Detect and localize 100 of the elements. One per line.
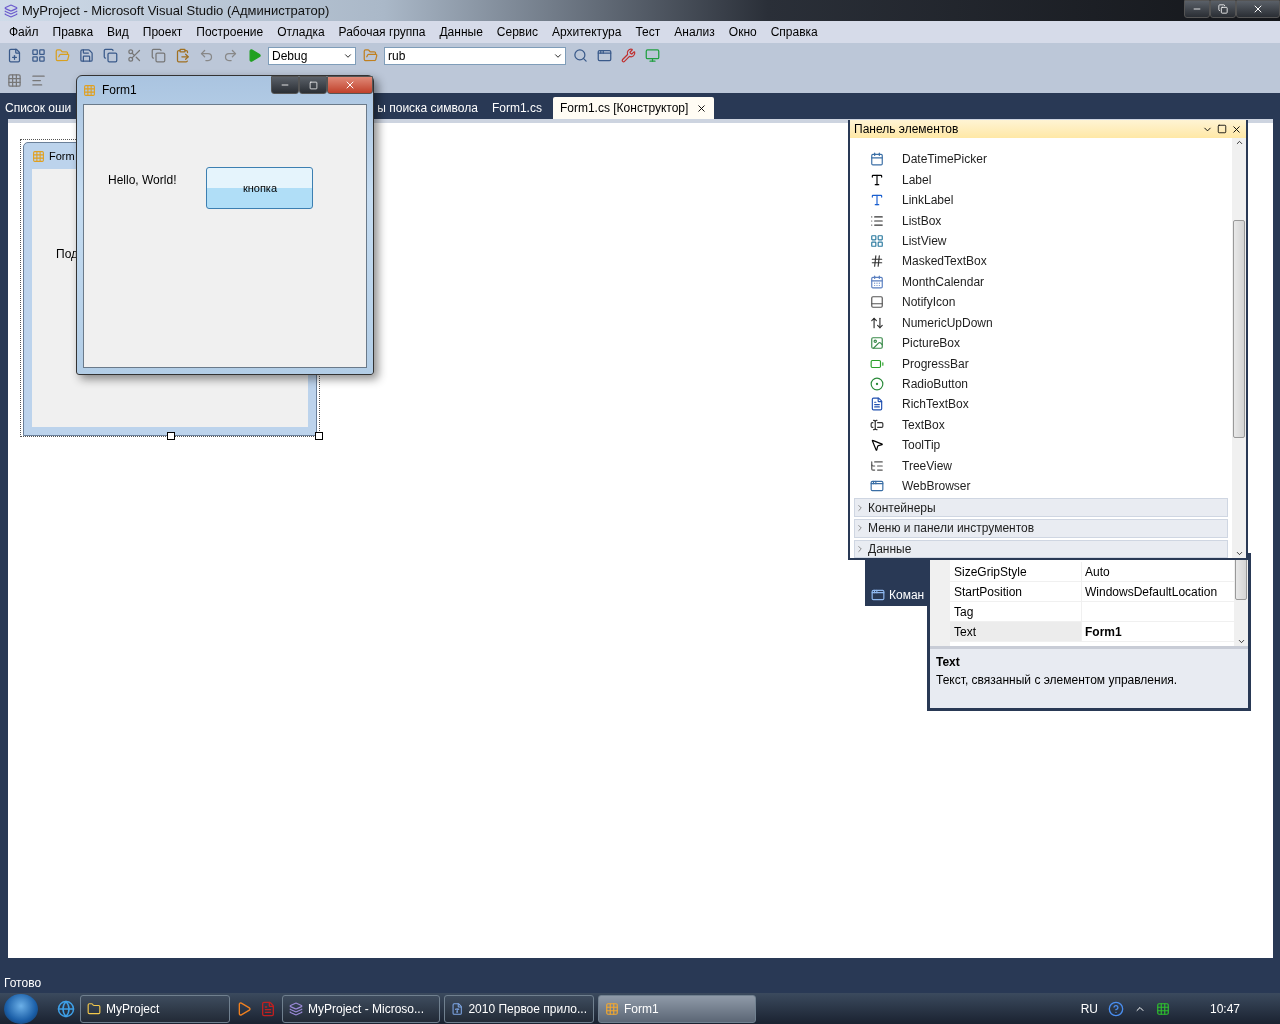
tray-icon[interactable] <box>1155 1001 1170 1016</box>
toolbox-group[interactable]: Меню и панели инструментов <box>854 519 1228 538</box>
scrollbar[interactable] <box>1232 138 1246 558</box>
close-icon[interactable] <box>696 102 708 114</box>
grid-icon <box>870 233 884 248</box>
letter-icon <box>870 172 884 187</box>
find-field[interactable]: rub <box>384 46 566 65</box>
maximize-icon[interactable] <box>1217 124 1227 134</box>
document-icon <box>451 1001 464 1016</box>
property-value[interactable]: WindowsDefaultLocation <box>1082 582 1234 601</box>
close-icon <box>1252 3 1264 15</box>
scroll-down-icon[interactable] <box>1236 637 1246 646</box>
toolbox-item[interactable]: ProgressBar <box>854 353 1228 374</box>
resize-handle[interactable] <box>167 432 175 440</box>
toolbox-item[interactable]: RichTextBox <box>854 394 1228 415</box>
taskbar-button[interactable]: MyProject - Microso... <box>282 994 440 1023</box>
document-tab[interactable]: Список оши <box>2 97 75 119</box>
window-title: MyProject - Microsoft Visual Studio (Администратор) <box>22 3 330 18</box>
minimize-button[interactable] <box>1184 0 1210 18</box>
restore-button[interactable] <box>1210 0 1236 18</box>
toolbox-item[interactable]: MaskedTextBox <box>854 251 1228 272</box>
toolbox-item[interactable]: ListBox <box>854 210 1228 231</box>
help-icon[interactable] <box>1107 1000 1124 1017</box>
property-value[interactable]: Form1 <box>1082 622 1234 641</box>
calendar-icon <box>870 152 884 167</box>
toolbox-item[interactable]: Label <box>854 169 1228 190</box>
menu-item[interactable]: Построение <box>189 25 271 39</box>
form-icon <box>32 149 45 163</box>
start-button[interactable] <box>4 993 38 1024</box>
taskbar-button[interactable]: 2010 Первое прило... <box>444 994 594 1023</box>
tree-icon <box>870 458 884 473</box>
maximize-button[interactable] <box>299 76 327 94</box>
document-tab[interactable]: Form1.cs <box>488 97 545 119</box>
menu-item[interactable]: Вид <box>100 25 136 39</box>
toolbox-item[interactable]: TextBox <box>854 414 1228 436</box>
expander-icon[interactable] <box>855 543 865 554</box>
form-label: Hello, World! <box>108 173 177 187</box>
toolbox-group[interactable]: Контейнеры <box>854 498 1228 517</box>
panel-icon <box>870 295 884 310</box>
close-icon[interactable] <box>1231 123 1242 135</box>
toolbox-item[interactable]: LinkLabel <box>854 189 1228 211</box>
expander-icon[interactable] <box>855 502 865 513</box>
description-text: Текст, связанный с элементом управления. <box>936 673 1179 687</box>
form-title: Form <box>49 150 75 162</box>
taskbar-button[interactable]: Form1 <box>598 994 756 1023</box>
scroll-up-icon[interactable] <box>1234 138 1244 147</box>
toolbox-item[interactable]: ToolTip <box>854 435 1228 456</box>
form-title: Form1 <box>102 83 137 97</box>
configuration-dropdown[interactable]: Debug <box>268 46 356 65</box>
property-name[interactable]: Text <box>950 622 1082 641</box>
toolbox-group[interactable]: Данные <box>854 539 1228 558</box>
panel-title: Панель элементов <box>854 122 959 136</box>
resize-handle[interactable] <box>315 432 323 440</box>
language-indicator[interactable]: RU <box>1080 1001 1098 1016</box>
form-button[interactable]: кнопка <box>206 167 314 209</box>
description-title: Text <box>936 655 961 669</box>
restore-icon <box>1218 4 1228 14</box>
menu-item[interactable]: Окно <box>721 25 764 39</box>
browser-window-icon <box>870 479 884 494</box>
minimize-button[interactable] <box>271 76 299 94</box>
globe-icon[interactable] <box>56 998 76 1019</box>
menu-item[interactable]: Проект <box>135 25 190 39</box>
menu-item[interactable]: Анализ <box>667 25 722 39</box>
form-icon <box>83 83 96 97</box>
menu-item[interactable]: Отладка <box>270 25 332 39</box>
folder-icon <box>87 1001 101 1016</box>
scroll-down-icon[interactable] <box>1234 549 1244 558</box>
image-icon <box>870 336 884 351</box>
menu-item[interactable]: Правка <box>45 25 101 39</box>
maximize-icon <box>308 80 318 90</box>
text-field-icon <box>870 417 884 432</box>
toolbox-item[interactable]: DateTimePicker <box>854 149 1228 170</box>
clock: 10:47 <box>1209 1001 1240 1016</box>
calendar-icon <box>870 274 884 289</box>
document-icon <box>870 397 884 412</box>
hash-icon <box>870 254 884 269</box>
expander-icon[interactable] <box>855 523 865 534</box>
toolbox-item[interactable]: WebBrowser <box>854 476 1228 497</box>
arrows-icon <box>870 315 884 330</box>
property-value[interactable]: Auto <box>1082 562 1234 581</box>
toolbox-item[interactable]: NotifyIcon <box>854 292 1228 313</box>
taskbar-button[interactable]: MyProject <box>80 994 230 1023</box>
document-tab[interactable]: Form1.cs [Конструктор] <box>552 97 715 119</box>
radio-icon <box>870 377 884 392</box>
menu-item[interactable]: Архитектура <box>544 25 629 39</box>
close-button[interactable] <box>327 76 373 94</box>
toolbox-item[interactable]: NumericUpDown <box>854 312 1228 333</box>
menu-item[interactable]: Данные <box>432 25 490 39</box>
toolbox-item[interactable]: MonthCalendar <box>854 271 1228 293</box>
document-tab[interactable]: ы поиска символа <box>374 97 481 119</box>
menu-item[interactable]: Справка <box>763 25 825 39</box>
menu-item[interactable]: Рабочая группа <box>331 25 433 39</box>
menu-item[interactable]: Тест <box>628 25 668 39</box>
toolbox-item[interactable]: PictureBox <box>854 332 1228 354</box>
menu-item[interactable]: Сервис <box>489 25 545 39</box>
pointer-icon <box>870 438 884 453</box>
toolbox-item[interactable]: RadioButton <box>854 373 1228 395</box>
menu-item[interactable]: Файл <box>2 25 46 39</box>
toolbox-item[interactable]: ListView <box>854 230 1228 252</box>
toolbox-item[interactable]: TreeView <box>854 455 1228 476</box>
